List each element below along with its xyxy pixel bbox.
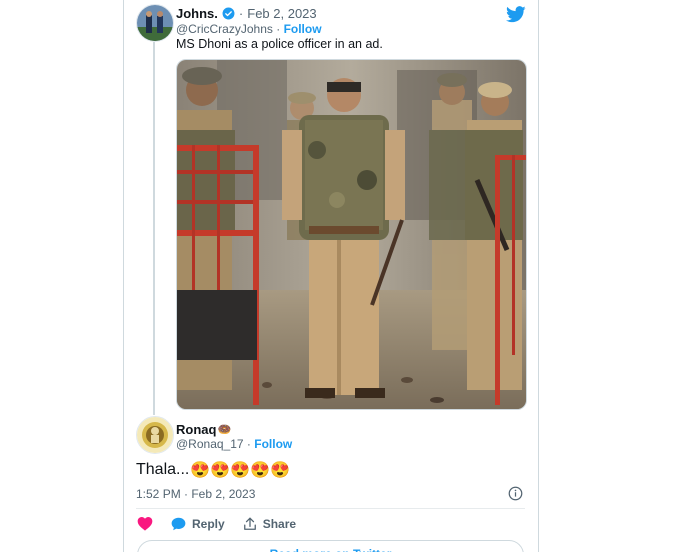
share-button[interactable]: Share [243,517,296,531]
ronaq-avatar[interactable] [136,416,174,454]
handle-separator: · [276,22,281,36]
tweet-text: MS Dhoni as a police officer in an ad. [176,37,383,51]
heart-icon [137,517,153,531]
share-upload-icon [243,517,256,530]
tweet-separator: · [238,6,244,21]
tweet-handle-row: @CricCrazyJohns · Follow [176,22,322,36]
follow-button[interactable]: Follow [284,22,322,36]
police-scene-image [177,60,526,409]
reply-action-bar: Reply Share [137,516,314,531]
reply-handle-separator: · [246,437,251,451]
actions-divider [136,508,525,509]
reply-handle[interactable]: @Ronaq_17 [176,437,244,451]
reply-author-row: Ronaq 🍩 [176,422,231,437]
reply-handle-row: @Ronaq_17 · Follow [176,437,292,451]
tweet-author-row: Johns. · Feb 2, 2023 [176,6,317,21]
reply-timestamp[interactable]: 1:52 PM · Feb 2, 2023 [136,487,255,501]
speech-bubble-icon [171,517,186,530]
embedded-tweet-page: Johns. · Feb 2, 2023 @CricCrazyJohns · F… [0,0,694,552]
heart-eyes-emojis: 😍😍😍😍😍 [190,462,290,479]
reply-text: Thala... [136,461,190,478]
tweet-author-name[interactable]: Johns. [176,6,218,21]
info-icon[interactable] [508,486,523,501]
like-button[interactable] [137,516,153,531]
reply-author-name[interactable]: Ronaq [176,422,216,437]
reply-button[interactable]: Reply [171,517,225,531]
tweet-date[interactable]: Feb 2, 2023 [247,6,316,21]
reply-name-emoji: 🍩 [217,424,232,436]
johns-avatar[interactable] [136,4,174,42]
read-more-button[interactable]: Read more on Twitter [137,540,524,552]
tweet-handle[interactable]: @CricCrazyJohns [176,22,273,36]
twitter-bird-icon[interactable] [506,6,526,23]
thread-connector-line [153,42,155,415]
tweet-photo[interactable] [176,59,527,410]
share-button-label: Share [262,516,297,531]
reply-text-row: Thala... 😍😍😍😍😍 [136,460,290,480]
verified-badge-icon [222,7,235,20]
reply-button-label: Reply [192,516,225,531]
reply-follow-button[interactable]: Follow [254,437,292,451]
